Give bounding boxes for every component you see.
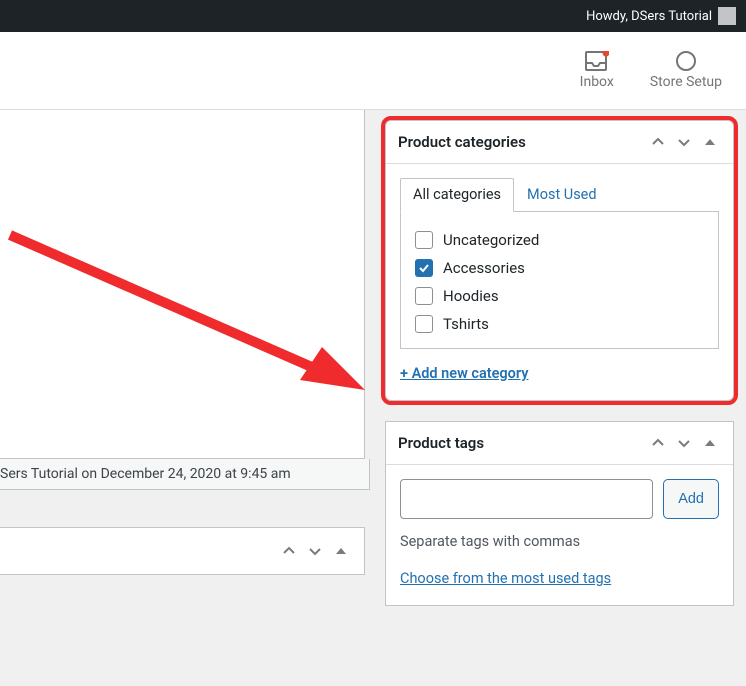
category-label: Tshirts [443, 315, 489, 333]
last-edited-text: Sers Tutorial on December 24, 2020 at 9:… [0, 466, 291, 482]
circle-icon [676, 51, 696, 71]
move-up-button[interactable] [647, 432, 669, 454]
inbox-icon [585, 51, 609, 71]
collapse-button[interactable] [699, 432, 721, 454]
move-down-button[interactable] [673, 432, 695, 454]
tab-most-used[interactable]: Most Used [514, 178, 610, 211]
panel-body: All categories Most Used Uncategorized [386, 164, 733, 400]
list-item[interactable]: Accessories [415, 254, 704, 282]
collapse-button[interactable] [330, 540, 352, 562]
editor-box [0, 110, 365, 459]
product-categories-panel: Product categories All categories [385, 120, 734, 401]
howdy-text: Howdy, DSers Tutorial [586, 9, 712, 24]
tags-input-row: Add [400, 479, 719, 519]
category-list: Uncategorized Accessories [415, 226, 704, 338]
checkbox[interactable] [415, 259, 433, 277]
nav-inbox[interactable]: Inbox [580, 51, 614, 90]
category-list-box: Uncategorized Accessories [400, 211, 719, 349]
howdy-user[interactable]: Howdy, DSers Tutorial [586, 7, 736, 25]
tab-all-categories[interactable]: All categories [400, 178, 514, 212]
tags-input[interactable] [400, 479, 653, 519]
panel-header: Product tags [386, 422, 733, 465]
panel-controls [647, 131, 721, 153]
product-tags-panel: Product tags Add [385, 421, 734, 606]
panel-title: Product tags [398, 434, 484, 452]
add-new-category-link[interactable]: + Add new category [400, 365, 528, 382]
nav-store-setup[interactable]: Store Setup [650, 51, 722, 90]
right-column: Product categories All categories [365, 110, 746, 686]
panel-controls [647, 432, 721, 454]
top-nav: Inbox Store Setup [0, 32, 746, 110]
move-down-button[interactable] [673, 131, 695, 153]
checkbox[interactable] [415, 231, 433, 249]
content-area: Sers Tutorial on December 24, 2020 at 9:… [0, 110, 746, 686]
checkbox[interactable] [415, 315, 433, 333]
last-edited-bar: Sers Tutorial on December 24, 2020 at 9:… [0, 459, 370, 490]
nav-inbox-label: Inbox [580, 74, 614, 90]
panel-header: Product categories [386, 121, 733, 164]
move-up-button[interactable] [278, 540, 300, 562]
list-item[interactable]: Uncategorized [415, 226, 704, 254]
category-label: Accessories [443, 259, 525, 277]
category-label: Uncategorized [443, 231, 539, 249]
choose-most-used-tags-link[interactable]: Choose from the most used tags [400, 570, 611, 587]
avatar-icon [718, 7, 736, 25]
add-tag-button[interactable]: Add [663, 479, 719, 519]
admin-bar: Howdy, DSers Tutorial [0, 0, 746, 32]
category-tabs: All categories Most Used [400, 178, 719, 211]
secondary-panel-header [0, 527, 365, 575]
nav-store-setup-label: Store Setup [650, 74, 722, 90]
left-column: Sers Tutorial on December 24, 2020 at 9:… [0, 110, 365, 686]
panel-body: Add Separate tags with commas Choose fro… [386, 465, 733, 605]
category-label: Hoodies [443, 287, 499, 305]
checkbox[interactable] [415, 287, 433, 305]
list-item[interactable]: Tshirts [415, 310, 704, 338]
list-item[interactable]: Hoodies [415, 282, 704, 310]
move-down-button[interactable] [304, 540, 326, 562]
tags-hint: Separate tags with commas [400, 533, 719, 550]
collapse-button[interactable] [699, 131, 721, 153]
move-up-button[interactable] [647, 131, 669, 153]
panel-title: Product categories [398, 133, 526, 151]
